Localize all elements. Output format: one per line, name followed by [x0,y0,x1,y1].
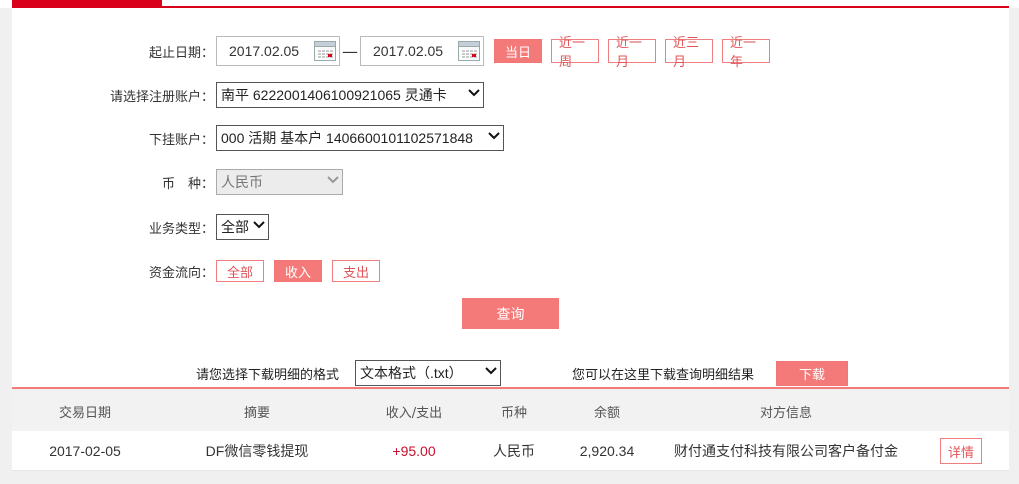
date-separator: — [342,41,358,61]
sub-account-row: 下挂账户： 000 活期 基本户 1406600101102571848 [12,123,504,153]
chevron-down-icon [253,220,265,230]
row-amount: +95.00 [392,443,436,459]
chevron-down-icon [485,366,497,376]
download-format-select[interactable]: 文本格式（.txt） [355,360,501,386]
flow-expense-button[interactable]: 支出 [332,260,380,282]
download-format-value: 文本格式（.txt） [360,365,463,381]
flow-label: 资金流向： [148,265,214,281]
flow-row: 资金流向： 全部 收入 支出 [12,256,389,286]
top-tab-bar [0,0,1019,8]
row-currency: 人民币 [493,443,535,459]
account-select-value: 南平 6222001406100921065 灵通卡 [221,87,447,103]
column-header-summary: 摘要 [243,405,270,421]
row-counterparty: 财付通支付科技有限公司客户备付金 [674,443,898,459]
currency-select-value: 人民币 [221,174,263,190]
start-date-field[interactable]: 2017.02.05 [216,36,340,66]
chevron-down-icon [327,175,339,185]
table-header: 交易日期 摘要 收入/支出 币种 余额 对方信息 [12,391,1009,431]
row-balance: 2,920.34 [579,443,635,459]
end-date-value: 2017.02.05 [373,43,444,59]
row-date: 2017-02-05 [49,443,121,459]
account-row: 请选择注册账户： 南平 6222001406100921065 灵通卡 [12,80,484,110]
calendar-icon[interactable] [458,41,480,61]
account-select[interactable]: 南平 6222001406100921065 灵通卡 [216,82,484,108]
column-header-amount: 收入/支出 [385,405,443,421]
query-panel: 起止日期： 2017.02.05 — 2017.02.05 当日 近一周 近一月… [12,8,1009,353]
currency-select: 人民币 [216,169,343,195]
chevron-down-icon [468,88,480,98]
download-bar: 请您选择下载明细的格式 文本格式（.txt） 您可以在这里下载查询明细结果 下载 [12,353,1009,389]
business-type-select[interactable]: 全部 [216,214,269,240]
column-header-balance: 余额 [593,405,620,421]
range-year-button[interactable]: 近一年 [722,36,770,70]
start-date-value: 2017.02.05 [229,43,300,59]
sub-account-label: 下挂账户： [148,132,214,148]
currency-label: 币 种： [161,176,214,192]
range-week-button[interactable]: 近一周 [551,36,599,70]
end-date-field[interactable]: 2017.02.05 [360,36,484,66]
active-tab-indicator [12,0,162,8]
table-row: 2017-02-05 DF微信零钱提现 +95.00 人民币 2,920.34 … [12,431,1009,471]
range-today-button[interactable]: 当日 [494,39,542,63]
range-three-months-button[interactable]: 近三月 [665,36,713,70]
column-header-date: 交易日期 [58,405,111,421]
date-label: 起止日期： [148,45,214,61]
detail-button[interactable]: 详情 [940,438,982,464]
flow-all-button[interactable]: 全部 [216,260,264,282]
column-header-currency: 币种 [500,405,527,421]
date-row: 起止日期： 2017.02.05 — 2017.02.05 当日 近一周 近一月… [12,36,779,70]
account-label: 请选择注册账户： [109,89,214,105]
sub-account-select-value: 000 活期 基本户 1406600101102571848 [221,130,473,146]
download-button[interactable]: 下载 [776,361,848,386]
calendar-icon[interactable] [314,41,336,61]
sub-account-select[interactable]: 000 活期 基本户 1406600101102571848 [216,125,504,151]
query-button[interactable]: 查询 [462,298,559,329]
range-month-button[interactable]: 近一月 [608,36,656,70]
column-header-counterparty: 对方信息 [759,405,812,421]
download-hint: 您可以在这里下载查询明细结果 [572,368,755,383]
currency-row: 币 种： 人民币 [12,167,343,197]
divider [12,387,1009,389]
flow-income-button[interactable]: 收入 [274,260,322,282]
download-format-label: 请您选择下载明细的格式 [196,368,340,383]
business-type-label: 业务类型： [148,221,214,237]
business-type-select-value: 全部 [221,219,249,235]
chevron-down-icon [488,131,500,141]
row-summary: DF微信零钱提现 [205,443,309,459]
business-type-row: 业务类型： 全部 [12,212,269,242]
